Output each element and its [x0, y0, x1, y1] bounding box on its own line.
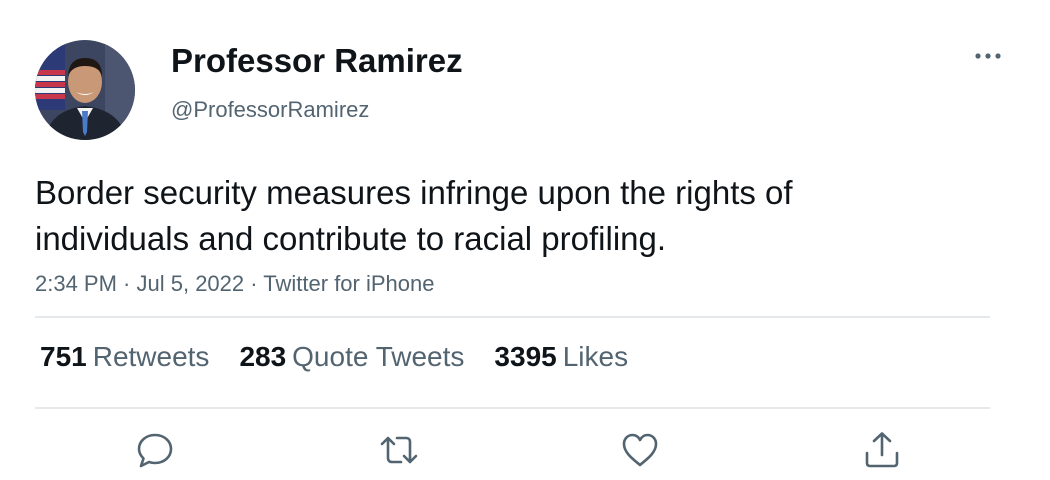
more-horizontal-icon	[975, 53, 1001, 59]
likes-count: 3395	[494, 341, 557, 372]
avatar-photo	[35, 40, 135, 140]
share-upload-icon	[865, 432, 899, 468]
tweet-meta: 2:34 PM · Jul 5, 2022 · Twitter for iPho…	[35, 271, 434, 297]
more-options-button[interactable]	[968, 40, 1008, 72]
divider	[35, 316, 990, 318]
likes-label: Likes	[562, 341, 629, 372]
action-bar	[0, 430, 1050, 470]
reply-bubble-icon	[137, 433, 173, 468]
meta-separator: ·	[116, 271, 137, 296]
likes-stat[interactable]: 3395 Likes	[494, 341, 628, 373]
retweet-icon	[380, 436, 418, 464]
retweets-label: Retweets	[92, 341, 210, 372]
tweet-text-line: individuals and contribute to racial pro…	[35, 220, 667, 257]
quote-tweets-stat[interactable]: 283 Quote Tweets	[239, 341, 464, 373]
avatar[interactable]	[35, 40, 135, 140]
tweet-source[interactable]: Twitter for iPhone	[263, 271, 434, 296]
divider	[35, 407, 990, 409]
engagement-stats: 751 Retweets 283 Quote Tweets 3395 Likes	[40, 341, 658, 373]
share-button[interactable]	[862, 430, 902, 470]
tweet-text-line: Border security measures infringe upon t…	[35, 174, 793, 211]
tweet-time[interactable]: 2:34 PM	[35, 271, 117, 296]
reply-button[interactable]	[135, 430, 175, 470]
retweet-button[interactable]	[379, 430, 419, 470]
tweet-text: Border security measures infringe upon t…	[35, 170, 935, 262]
tweet-date[interactable]: Jul 5, 2022	[137, 271, 245, 296]
user-handle[interactable]: @ProfessorRamirez	[171, 97, 369, 123]
retweets-stat[interactable]: 751 Retweets	[40, 341, 209, 373]
display-name[interactable]: Professor Ramirez	[171, 42, 463, 80]
heart-icon	[622, 433, 658, 467]
quote-tweets-count: 283	[239, 341, 287, 372]
retweets-count: 751	[40, 341, 87, 372]
quote-tweets-label: Quote Tweets	[292, 341, 465, 372]
like-button[interactable]	[620, 430, 660, 470]
meta-separator: ·	[244, 271, 264, 296]
